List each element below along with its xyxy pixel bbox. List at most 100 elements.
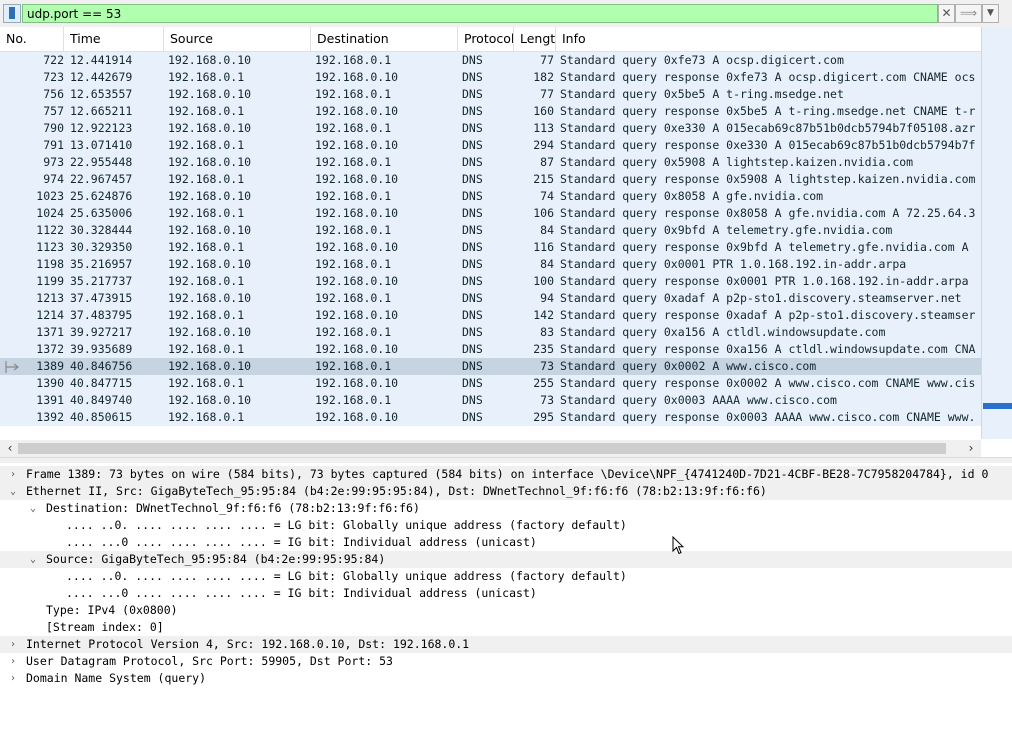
packet-number: 1392 [36,410,64,424]
packet-list-horizontal-scrollbar[interactable]: ‹ › [0,440,981,457]
expand-arrow-icon[interactable]: › [8,466,18,483]
packet-length: 73 [540,393,554,407]
packet-time: 35.217737 [70,274,133,288]
detail-tree-label: Frame 1389: 73 bytes on wire (584 bits),… [26,467,989,481]
packet-row[interactable]: 1214 37.483795 192.168.0.1 192.168.0.10 DNS 1… [0,307,981,324]
detail-tree-label: .... ..0. .... .... .... .... = LG bit: … [66,518,627,532]
column-header-length[interactable]: Lengtl [514,27,556,51]
expand-arrow-icon[interactable]: › [8,653,18,670]
packet-destination: 192.168.0.10 [315,104,399,118]
detail-tree-row[interactable]: .... ..0. .... .... .... .... = LG bit: … [0,517,1012,534]
packet-row[interactable]: 756 12.653557 192.168.0.10 192.168.0.1 DNS 77… [0,86,981,103]
column-header-no[interactable]: No. [0,27,64,51]
packet-time: 40.847715 [70,376,133,390]
packet-list-minimap[interactable] [981,27,1012,439]
packet-source: 192.168.0.1 [168,240,245,254]
packet-time: 22.955448 [70,155,133,169]
packet-source: 192.168.0.10 [168,121,252,135]
packet-source: 192.168.0.10 [168,393,252,407]
column-header-destination[interactable]: Destination [311,27,458,51]
detail-tree-row[interactable]: › Frame 1389: 73 bytes on wire (584 bits)… [0,466,1012,483]
packet-destination: 192.168.0.1 [315,87,392,101]
packet-source: 192.168.0.10 [168,53,252,67]
detail-tree-row[interactable]: .... ...0 .... .... .... .... = IG bit: … [0,534,1012,551]
packet-row[interactable]: 1024 25.635006 192.168.0.1 192.168.0.10 DNS 1… [0,205,981,222]
packet-number: 1023 [36,189,64,203]
detail-tree-row[interactable]: › User Datagram Protocol, Src Port: 59905… [0,653,1012,670]
packet-row[interactable]: 1199 35.217737 192.168.0.1 192.168.0.10 DNS 1… [0,273,981,290]
packet-row[interactable]: 790 12.922123 192.168.0.10 192.168.0.1 DNS 11… [0,120,981,137]
clear-filter-button[interactable]: ✕ [938,4,955,23]
packet-row[interactable]: 1123 30.329350 192.168.0.1 192.168.0.10 DNS 1… [0,239,981,256]
packet-info: Standard query 0x0001 PTR 1.0.168.192.in… [560,257,907,271]
packet-number: 791 [43,138,64,152]
detail-tree-row[interactable]: ⌄ Destination: DWnetTechnol_9f:f6:f6 (78:… [0,500,1012,517]
packet-number: 1123 [36,240,64,254]
packet-row[interactable]: 1392 40.850615 192.168.0.1 192.168.0.10 DNS 2… [0,409,981,426]
detail-tree-row[interactable]: › Domain Name System (query) [0,670,1012,687]
packet-row[interactable]: 791 13.071410 192.168.0.1 192.168.0.10 DNS 29… [0,137,981,154]
scrollbar-thumb[interactable] [18,443,946,454]
collapse-arrow-icon[interactable]: ⌄ [28,500,38,517]
packet-time: 37.473915 [70,291,133,305]
packet-info: Standard query 0x8058 A gfe.nvidia.com [560,189,824,203]
scroll-left-icon[interactable]: ‹ [4,440,16,457]
detail-tree-row[interactable]: Type: IPv4 (0x0800) [0,602,1012,619]
detail-tree-row[interactable]: › Internet Protocol Version 4, Src: 192.1… [0,636,1012,653]
packet-destination: 192.168.0.1 [315,53,392,67]
packet-row[interactable]: 723 12.442679 192.168.0.1 192.168.0.10 DNS 18… [0,69,981,86]
packet-row[interactable]: 1198 35.216957 192.168.0.10 192.168.0.1 DNS 8… [0,256,981,273]
packet-row[interactable]: 722 12.441914 192.168.0.10 192.168.0.1 DNS 77… [0,52,981,69]
column-header-source[interactable]: Source [164,27,311,51]
packet-number: 1371 [36,325,64,339]
collapse-arrow-icon[interactable]: ⌄ [8,483,18,500]
column-header-protocol[interactable]: Protocol [458,27,514,51]
packet-protocol: DNS [462,172,483,186]
scroll-right-icon[interactable]: › [965,440,977,457]
packet-info: Standard query response 0xfe73 A ocsp.di… [560,70,976,84]
packet-length: 87 [540,155,554,169]
column-header-info[interactable]: Info [556,27,981,51]
packet-row[interactable]: 1391 40.849740 192.168.0.10 192.168.0.1 DNS 7… [0,392,981,409]
packet-destination: 192.168.0.1 [315,257,392,271]
detail-tree-row[interactable]: ⌄ Source: GigaByteTech_95:95:84 (b4:2e:99… [0,551,1012,568]
packet-time: 39.927217 [70,325,133,339]
packet-row[interactable]: 1389 40.846756 192.168.0.10 192.168.0.1 DNS 7… [0,358,981,375]
packet-number: 1199 [36,274,64,288]
display-filter-input[interactable] [22,4,938,23]
packet-row[interactable]: 1023 25.624876 192.168.0.10 192.168.0.1 DNS 7… [0,188,981,205]
detail-tree-row[interactable]: [Stream index: 0] [0,619,1012,636]
packet-time: 30.329350 [70,240,133,254]
packet-row[interactable]: 1390 40.847715 192.168.0.1 192.168.0.10 DNS 2… [0,375,981,392]
packet-time: 40.850615 [70,410,133,424]
packet-row[interactable]: 1122 30.328444 192.168.0.10 192.168.0.1 DNS 8… [0,222,981,239]
packet-row[interactable]: 1371 39.927217 192.168.0.10 192.168.0.1 DNS 8… [0,324,981,341]
recent-filters-dropdown-button[interactable]: ▼ [982,4,999,23]
related-packet-indicator-icon [5,361,19,373]
packet-row[interactable]: 973 22.955448 192.168.0.10 192.168.0.1 DNS 87… [0,154,981,171]
expand-arrow-icon[interactable]: › [8,636,18,653]
detail-tree-row[interactable]: .... ...0 .... .... .... .... = IG bit: … [0,585,1012,602]
packet-row[interactable]: 1213 37.473915 192.168.0.10 192.168.0.1 DNS 9… [0,290,981,307]
collapse-arrow-icon[interactable]: ⌄ [28,551,38,568]
column-header-time[interactable]: Time [64,27,164,51]
packet-length: 235 [533,342,554,356]
filter-bookmark-icon[interactable] [3,4,21,23]
expand-arrow-icon[interactable]: › [8,670,18,687]
detail-tree-row[interactable]: .... ..0. .... .... .... .... = LG bit: … [0,568,1012,585]
packet-row[interactable]: 974 22.967457 192.168.0.1 192.168.0.10 DNS 21… [0,171,981,188]
packet-destination: 192.168.0.10 [315,410,399,424]
packet-info: Standard query response 0x8058 A gfe.nvi… [560,206,976,220]
packet-time: 12.665211 [70,104,133,118]
apply-filter-button[interactable]: ⟹ [955,4,982,23]
packet-row[interactable]: 757 12.665211 192.168.0.1 192.168.0.10 DNS 16… [0,103,981,120]
packet-destination: 192.168.0.10 [315,172,399,186]
detail-tree-row[interactable]: ⌄ Ethernet II, Src: GigaByteTech_95:95:84… [0,483,1012,500]
packet-row[interactable]: 1372 39.935689 192.168.0.1 192.168.0.10 DNS 2… [0,341,981,358]
detail-tree-label: [Stream index: 0] [46,620,164,634]
packet-destination: 192.168.0.10 [315,308,399,322]
